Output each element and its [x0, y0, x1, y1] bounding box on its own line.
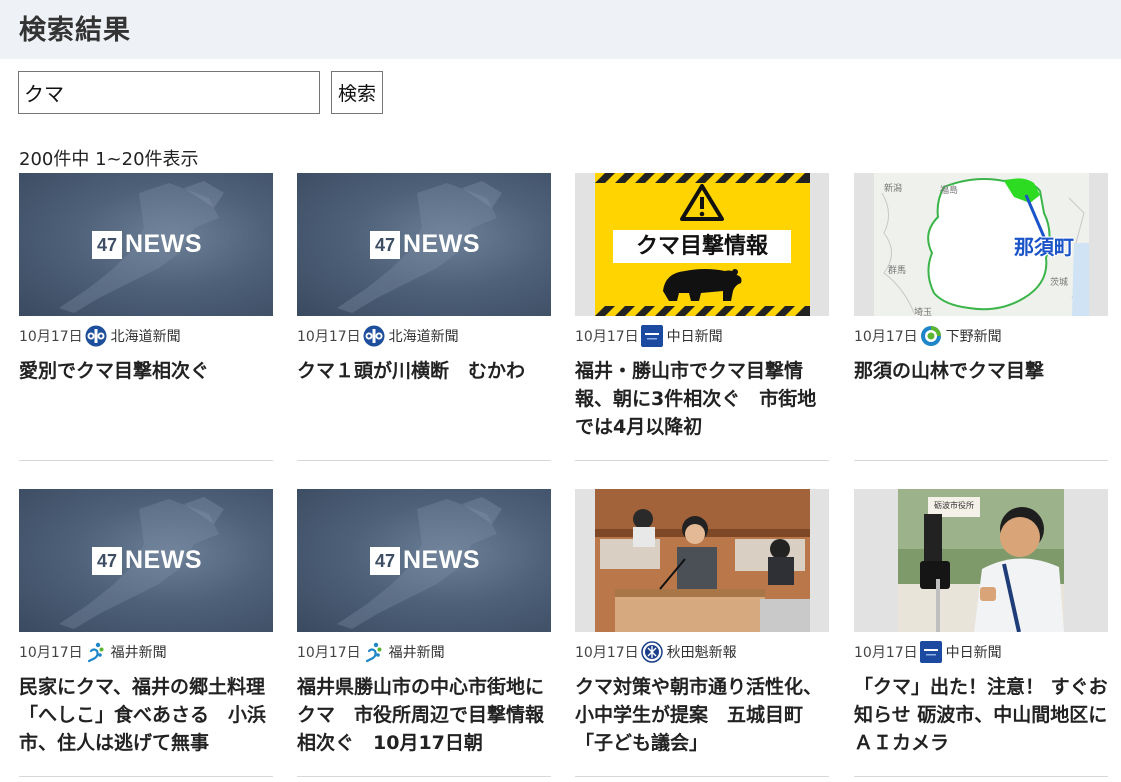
thumbnail-47news[interactable]: 47 NEWS — [19, 489, 273, 632]
article-title[interactable]: クマ１頭が川横断 むかわ — [297, 357, 551, 385]
map-label: 埼玉 — [914, 308, 933, 316]
hokkaido-shimbun-logo-icon — [85, 325, 107, 347]
article-source: 秋田魁新報 — [666, 645, 737, 661]
article-date: 10月17日 — [854, 645, 918, 661]
article-date: 10月17日 — [854, 329, 918, 345]
thumbnail-warning[interactable]: クマ目撃情報 — [575, 173, 829, 316]
article-meta: 10月17日 福井新聞 — [19, 640, 167, 664]
thumbnail-47news[interactable]: 47 NEWS — [19, 173, 273, 316]
thumbnail-map[interactable]: 那須町 新潟 福島 群馬 茨城 埼玉 — [854, 173, 1108, 316]
article-meta: 10月17日 福井新聞 — [297, 640, 445, 664]
map-label: 福島 — [940, 186, 959, 196]
article-date: 10月17日 — [19, 329, 83, 345]
map-label: 茨城 — [1050, 278, 1069, 288]
article-title[interactable]: クマ対策や朝市通り活性化、小中学生が提案 五城目町「子ども議会」 — [575, 673, 829, 757]
article-source: 福井新聞 — [110, 645, 167, 661]
article-source: 下野新聞 — [945, 329, 1002, 345]
article-source: 北海道新聞 — [388, 329, 459, 345]
thumbnail-photo[interactable]: 砺波市役所 — [854, 489, 1108, 632]
article-meta: 10月17日 中日新聞 — [854, 640, 1002, 664]
article-title[interactable]: 「クマ」出た！注意！ すぐお知らせ 砺波市、中山間地区にＡＩカメラ — [854, 673, 1108, 757]
fukui-shimbun-logo-icon — [85, 641, 107, 663]
page-header: 検索結果 — [0, 0, 1121, 59]
sign-label: 砺波市役所 — [934, 501, 974, 510]
map-label: 群馬 — [888, 266, 907, 276]
article-meta: 10月17日 中日新聞 — [575, 324, 723, 348]
thumbnail-47news[interactable]: 47 NEWS — [297, 489, 551, 632]
hazard-stripe-top — [595, 173, 810, 183]
thumbnail-photo[interactable] — [575, 489, 829, 632]
article-meta: 10月17日 秋田魁新報 — [575, 640, 737, 664]
shimotsuke-shimbun-logo-icon — [920, 325, 942, 347]
article-date: 10月17日 — [575, 645, 639, 661]
article-meta: 10月17日 下野新聞 — [854, 324, 1002, 348]
article-title[interactable]: 愛別でクマ目撃相次ぐ — [19, 357, 273, 385]
chunichi-shimbun-logo-icon — [640, 325, 663, 347]
map-town-label: 那須町 — [1014, 235, 1074, 259]
hokkaido-shimbun-logo-icon — [363, 325, 385, 347]
card-divider — [297, 460, 551, 461]
article-source: 中日新聞 — [666, 329, 723, 345]
warning-label: クマ目撃情報 — [635, 234, 768, 259]
article-title[interactable]: 那須の山林でクマ目撃 — [854, 357, 1108, 385]
fukui-shimbun-logo-icon — [363, 641, 385, 663]
card-divider — [19, 776, 273, 777]
hazard-stripe-bottom — [595, 306, 810, 316]
chunichi-shimbun-logo-icon — [919, 641, 942, 663]
page-title: 検索結果 — [19, 15, 131, 46]
search-button[interactable]: 検索 — [331, 71, 383, 114]
article-date: 10月17日 — [297, 645, 361, 661]
article-source: 北海道新聞 — [110, 329, 181, 345]
article-meta: 10月17日 北海道新聞 — [19, 324, 181, 348]
article-source: 福井新聞 — [388, 645, 445, 661]
map-label: 新潟 — [884, 184, 903, 194]
akita-sakigake-logo-icon — [640, 641, 663, 663]
card-divider — [575, 776, 829, 777]
article-title[interactable]: 福井・勝山市でクマ目撃情報、朝に3件相次ぐ 市街地では4月以降初 — [575, 357, 829, 441]
47news-logo: 47 NEWS — [92, 546, 202, 575]
article-date: 10月17日 — [575, 329, 639, 345]
article-date: 10月17日 — [19, 645, 83, 661]
47news-logo: 47 NEWS — [92, 230, 202, 259]
search-input[interactable] — [18, 71, 320, 114]
card-divider — [854, 460, 1108, 461]
thumbnail-47news[interactable]: 47 NEWS — [297, 173, 551, 316]
article-title[interactable]: 福井県勝山市の中心市街地にクマ 市役所周辺で目撃情報相次ぐ 10月17日朝 — [297, 673, 551, 757]
card-divider — [854, 776, 1108, 777]
card-divider — [19, 460, 273, 461]
47news-logo: 47 NEWS — [370, 230, 480, 259]
article-title[interactable]: 民家にクマ、福井の郷土料理「へしこ」食べあさる 小浜市、住人は逃げて無事 — [19, 673, 273, 757]
47news-logo: 47 NEWS — [370, 546, 480, 575]
result-count: 200件中 1~20件表示 — [19, 149, 199, 170]
article-source: 中日新聞 — [945, 645, 1002, 661]
card-divider — [575, 460, 829, 461]
article-date: 10月17日 — [297, 329, 361, 345]
card-divider — [297, 776, 551, 777]
article-meta: 10月17日 北海道新聞 — [297, 324, 459, 348]
